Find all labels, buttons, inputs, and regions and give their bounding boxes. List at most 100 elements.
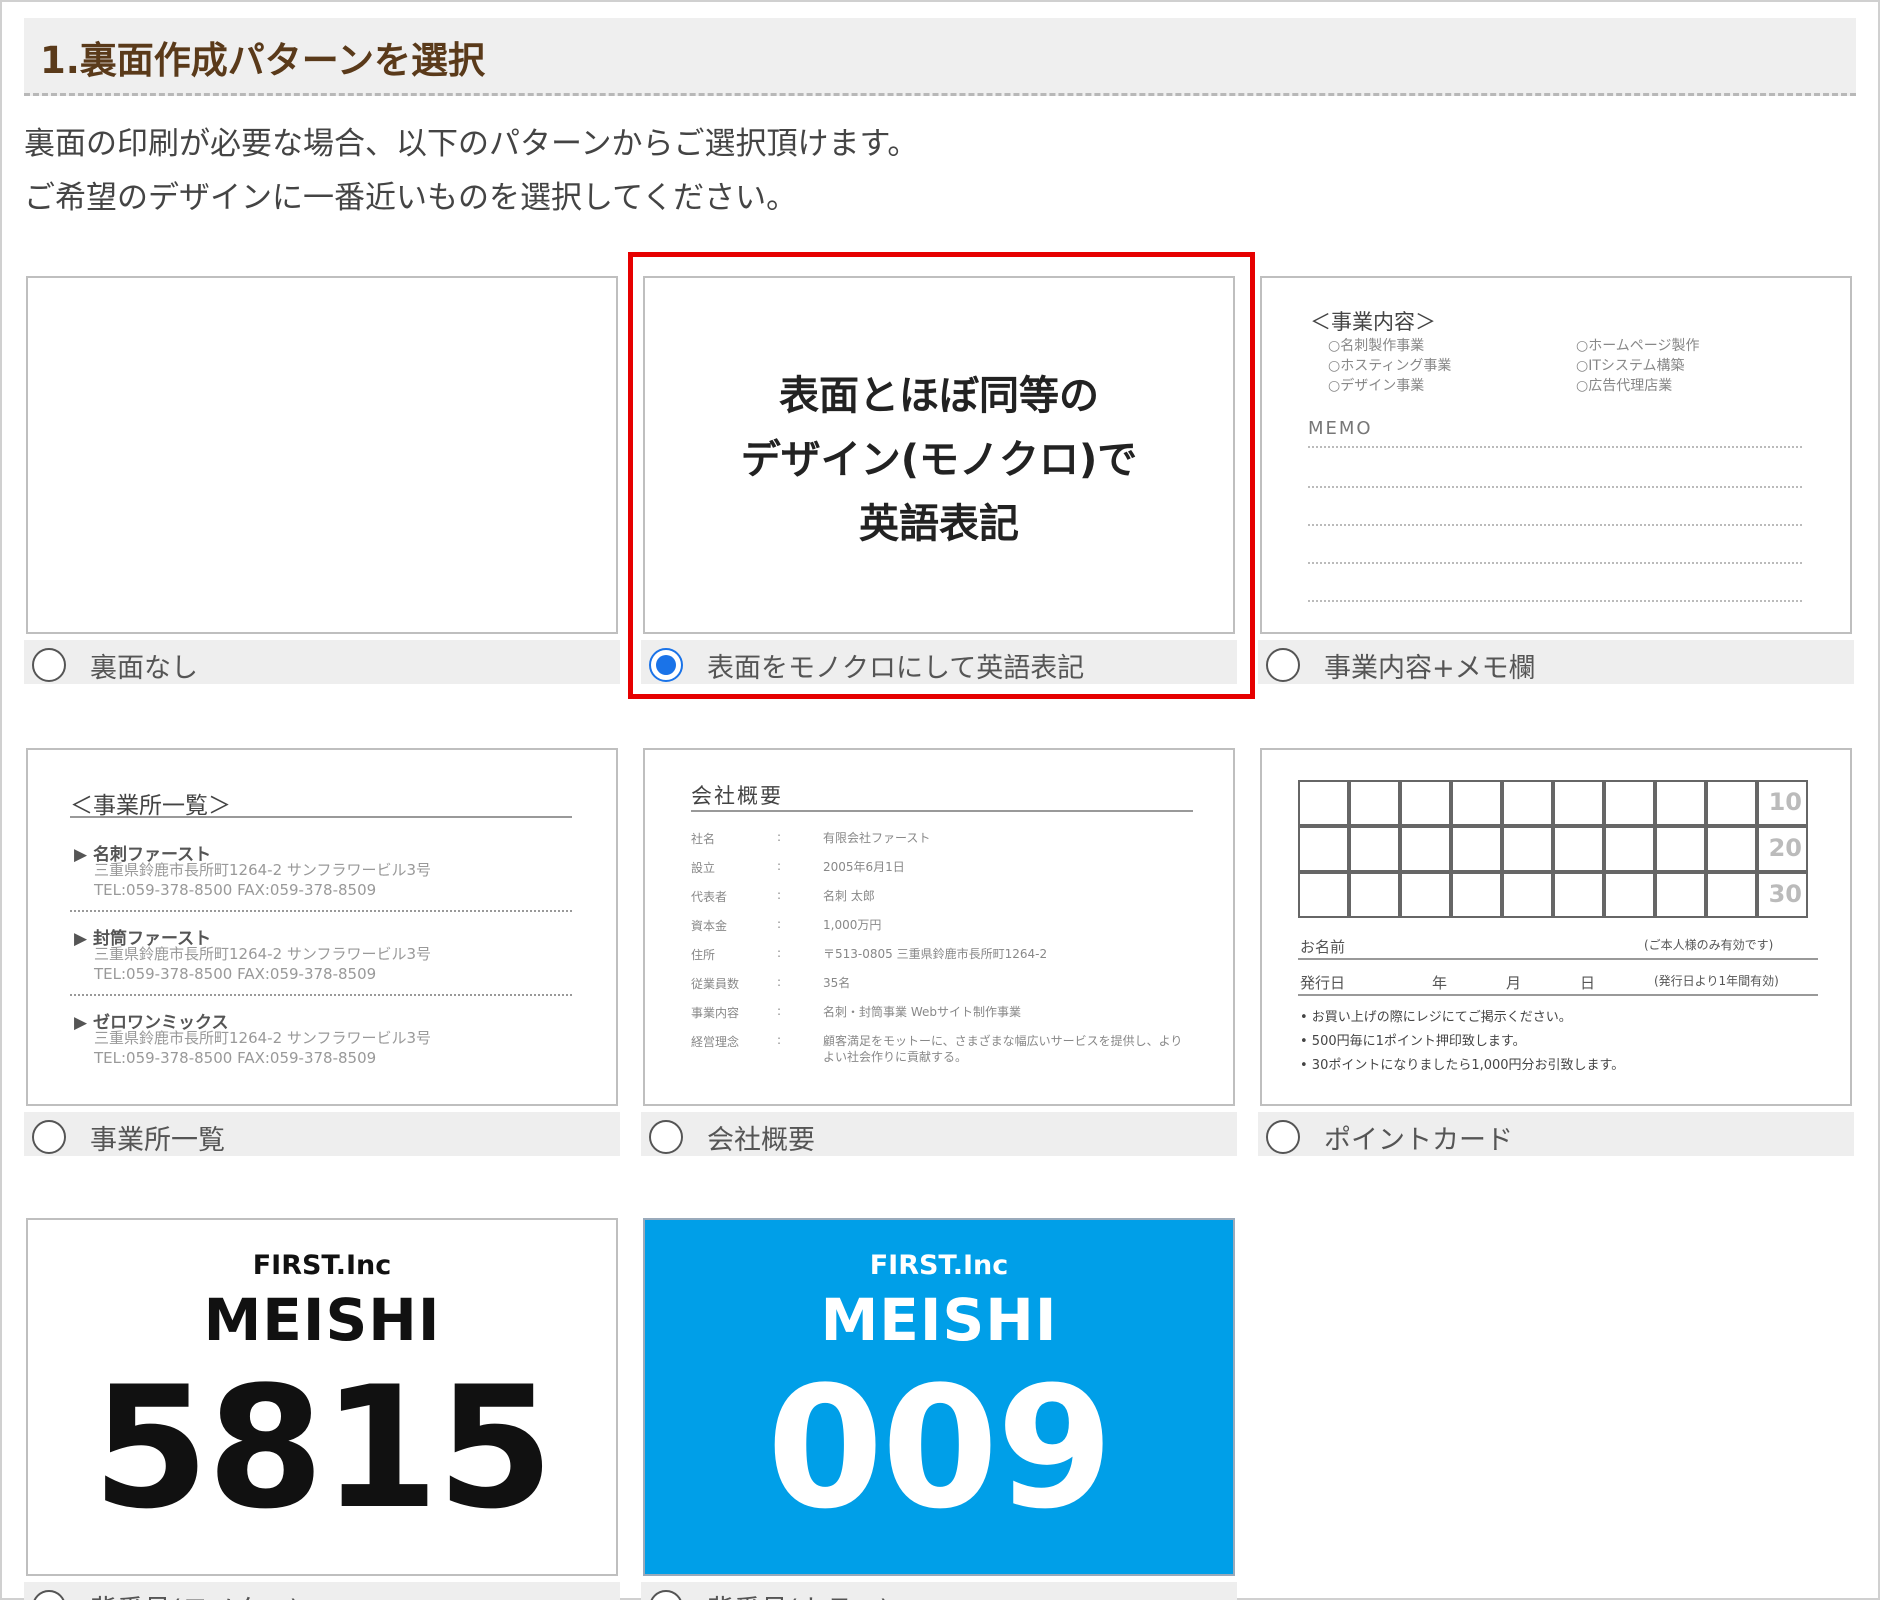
business-item: ○デザイン事業 xyxy=(1328,378,1425,394)
company-row: 住所: 〒513-0805 三重県鈴鹿市長所町1264-2 xyxy=(691,946,1211,964)
point-name-note: (ご本人様のみ有効です) xyxy=(1644,938,1774,952)
business-item: ○名刺製作事業 xyxy=(1328,338,1425,354)
stamp-cell xyxy=(1400,780,1451,826)
point-name-label: お名前 xyxy=(1300,938,1346,956)
option-point-card[interactable]: 10 20 30 お名前 (ご本人様のみ有効です) 発行日 年 月 日 (発行日より… xyxy=(1258,748,1854,1156)
card-preview-number-color[interactable]: FIRST.Inc MEISHI 009 xyxy=(643,1218,1235,1576)
stamp-row-number: 30 xyxy=(1768,880,1802,908)
stamp-cell xyxy=(1451,826,1502,872)
row-colon: : xyxy=(777,888,782,902)
office-addr-line: 三重県鈴鹿市長所町1264-2 サンフラワービル3号 xyxy=(94,1029,431,1047)
option-number-mono[interactable]: FIRST.Inc MEISHI 5815 背番号(モノクロ) xyxy=(24,1218,620,1600)
stamp-cell xyxy=(1349,780,1400,826)
stamp-cell xyxy=(1706,826,1757,872)
row-colon: : xyxy=(777,1033,782,1047)
stamp-cell xyxy=(1655,826,1706,872)
row-value: 有限会社ファースト xyxy=(823,831,931,845)
card-preview-offices[interactable]: ＜事業所一覧＞ ▶ 名刺ファースト 三重県鈴鹿市長所町1264-2 サンフラワー… xyxy=(26,748,618,1106)
point-year: 年 xyxy=(1432,974,1448,992)
business-list-left: ○名刺製作事業 ○ホスティング事業 ○デザイン事業 xyxy=(1328,336,1451,396)
point-month: 月 xyxy=(1506,974,1522,992)
stamp-row-number: 10 xyxy=(1768,788,1802,816)
option-label-bar[interactable]: 裏面なし xyxy=(24,640,620,684)
row-key: 社名 xyxy=(691,832,716,846)
option-company-overview[interactable]: 会社概要 社名: 有限会社ファースト 設立: 2005年6月1日 代表者: 名刺 太郎… xyxy=(641,748,1237,1156)
business-item: ○ホームページ製作 xyxy=(1576,338,1700,354)
radio-offices[interactable] xyxy=(32,1120,66,1154)
stamp-cell xyxy=(1502,780,1553,826)
memo-line xyxy=(1308,524,1802,526)
office-addr-line: 三重県鈴鹿市長所町1264-2 サンフラワービル3号 xyxy=(94,945,431,963)
stamp-cell xyxy=(1298,780,1349,826)
memo-line xyxy=(1308,486,1802,488)
offices-rule xyxy=(70,816,572,818)
point-note: • 500円毎に1ポイント押印致します。 xyxy=(1300,1034,1526,1049)
card-preview-business[interactable]: ＜事業内容＞ ○名刺製作事業 ○ホスティング事業 ○デザイン事業 ○ホームページ… xyxy=(1260,276,1852,634)
stamp-cell xyxy=(1604,780,1655,826)
option-number-color[interactable]: FIRST.Inc MEISHI 009 背番号(カラー) xyxy=(641,1218,1237,1600)
row-key: 設立 xyxy=(691,861,716,875)
radio-company-overview[interactable] xyxy=(649,1120,683,1154)
option-label-bar[interactable]: 会社概要 xyxy=(641,1112,1237,1156)
number-company: FIRST.Inc xyxy=(869,1250,1009,1281)
stamp-cell xyxy=(1349,826,1400,872)
option-label-bar[interactable]: 背番号(モノクロ) xyxy=(24,1582,620,1600)
company-row: 資本金: 1,000万円 xyxy=(691,917,1211,935)
number-company: FIRST.Inc xyxy=(252,1250,392,1281)
row-value: 2005年6月1日 xyxy=(823,860,905,874)
stamp-cell xyxy=(1298,826,1349,872)
company-row: 従業員数: 35名 xyxy=(691,975,1211,993)
description-line-2: ご希望のデザインに一番近いものを選択してください。 xyxy=(24,180,798,216)
option-offices[interactable]: ＜事業所一覧＞ ▶ 名刺ファースト 三重県鈴鹿市長所町1264-2 サンフラワー… xyxy=(24,748,620,1156)
option-no-back[interactable]: 裏面なし xyxy=(24,276,620,684)
point-line xyxy=(1298,994,1818,996)
stamp-cell xyxy=(1349,872,1400,918)
office-address: 三重県鈴鹿市長所町1264-2 サンフラワービル3号 TEL:059-378-8… xyxy=(94,860,431,900)
stamp-cell xyxy=(1400,872,1451,918)
card-preview-number-mono[interactable]: FIRST.Inc MEISHI 5815 xyxy=(26,1218,618,1576)
option-label-bar[interactable]: 事業内容+メモ欄 xyxy=(1258,640,1854,684)
radio-point-card[interactable] xyxy=(1266,1120,1300,1154)
option-label: 裏面なし xyxy=(90,653,198,684)
point-line xyxy=(1298,958,1818,960)
row-value: 〒513-0805 三重県鈴鹿市長所町1264-2 xyxy=(823,947,1048,961)
memo-line xyxy=(1308,600,1802,602)
office-address: 三重県鈴鹿市長所町1264-2 サンフラワービル3号 TEL:059-378-8… xyxy=(94,1028,431,1068)
section-header: 1.裏面作成パターンを選択 xyxy=(24,18,1856,96)
option-label-bar[interactable]: 背番号(カラー) xyxy=(641,1582,1237,1600)
option-label-bar[interactable]: ポイントカード xyxy=(1258,1112,1854,1156)
office-address: 三重県鈴鹿市長所町1264-2 サンフラワービル3号 TEL:059-378-8… xyxy=(94,944,431,984)
radio-no-back[interactable] xyxy=(32,648,66,682)
row-key: 資本金 xyxy=(691,919,728,933)
memo-line xyxy=(1308,446,1802,448)
point-issue-note: (発行日より1年間有効) xyxy=(1654,974,1779,988)
company-row: 設立: 2005年6月1日 xyxy=(691,859,1211,877)
radio-number-mono[interactable] xyxy=(32,1590,66,1600)
row-colon: : xyxy=(777,975,782,989)
company-row: 事業内容: 名刺・封筒事業 Webサイト制作事業 xyxy=(691,1004,1211,1022)
stamp-cell xyxy=(1553,872,1604,918)
selected-highlight xyxy=(628,252,1255,699)
row-value: 顧客満足をモットーに、さまざまな幅広いサービスを提供し、よりよい社会作りに貢献す… xyxy=(823,1034,1183,1064)
stamp-row-number: 20 xyxy=(1768,834,1802,862)
card-preview-blank[interactable] xyxy=(26,276,618,634)
office-tel-line: TEL:059-378-8500 FAX:059-378-8509 xyxy=(94,881,377,899)
stamp-cell xyxy=(1451,872,1502,918)
radio-business-memo[interactable] xyxy=(1266,648,1300,682)
stamp-cell xyxy=(1553,826,1604,872)
point-issue-label: 発行日 xyxy=(1300,974,1346,992)
card-preview-point[interactable]: 10 20 30 お名前 (ご本人様のみ有効です) 発行日 年 月 日 (発行日より… xyxy=(1260,748,1852,1106)
option-label-bar[interactable]: 事業所一覧 xyxy=(24,1112,620,1156)
number-value: 009 xyxy=(766,1350,1114,1546)
row-colon: : xyxy=(777,830,782,844)
option-business-memo[interactable]: ＜事業内容＞ ○名刺製作事業 ○ホスティング事業 ○デザイン事業 ○ホームページ… xyxy=(1258,276,1854,684)
description-line-1: 裏面の印刷が必要な場合、以下のパターンからご選択頂けます。 xyxy=(24,126,919,162)
option-label: 事業内容+メモ欄 xyxy=(1324,653,1536,684)
radio-number-color[interactable] xyxy=(649,1590,683,1600)
option-label: 事業所一覧 xyxy=(90,1125,225,1156)
option-label: 会社概要 xyxy=(707,1125,815,1156)
office-tel-line: TEL:059-378-8500 FAX:059-378-8509 xyxy=(94,965,377,983)
stamp-cell xyxy=(1655,780,1706,826)
card-preview-company[interactable]: 会社概要 社名: 有限会社ファースト 設立: 2005年6月1日 代表者: 名刺 太郎… xyxy=(643,748,1235,1106)
memo-line xyxy=(1308,562,1802,564)
